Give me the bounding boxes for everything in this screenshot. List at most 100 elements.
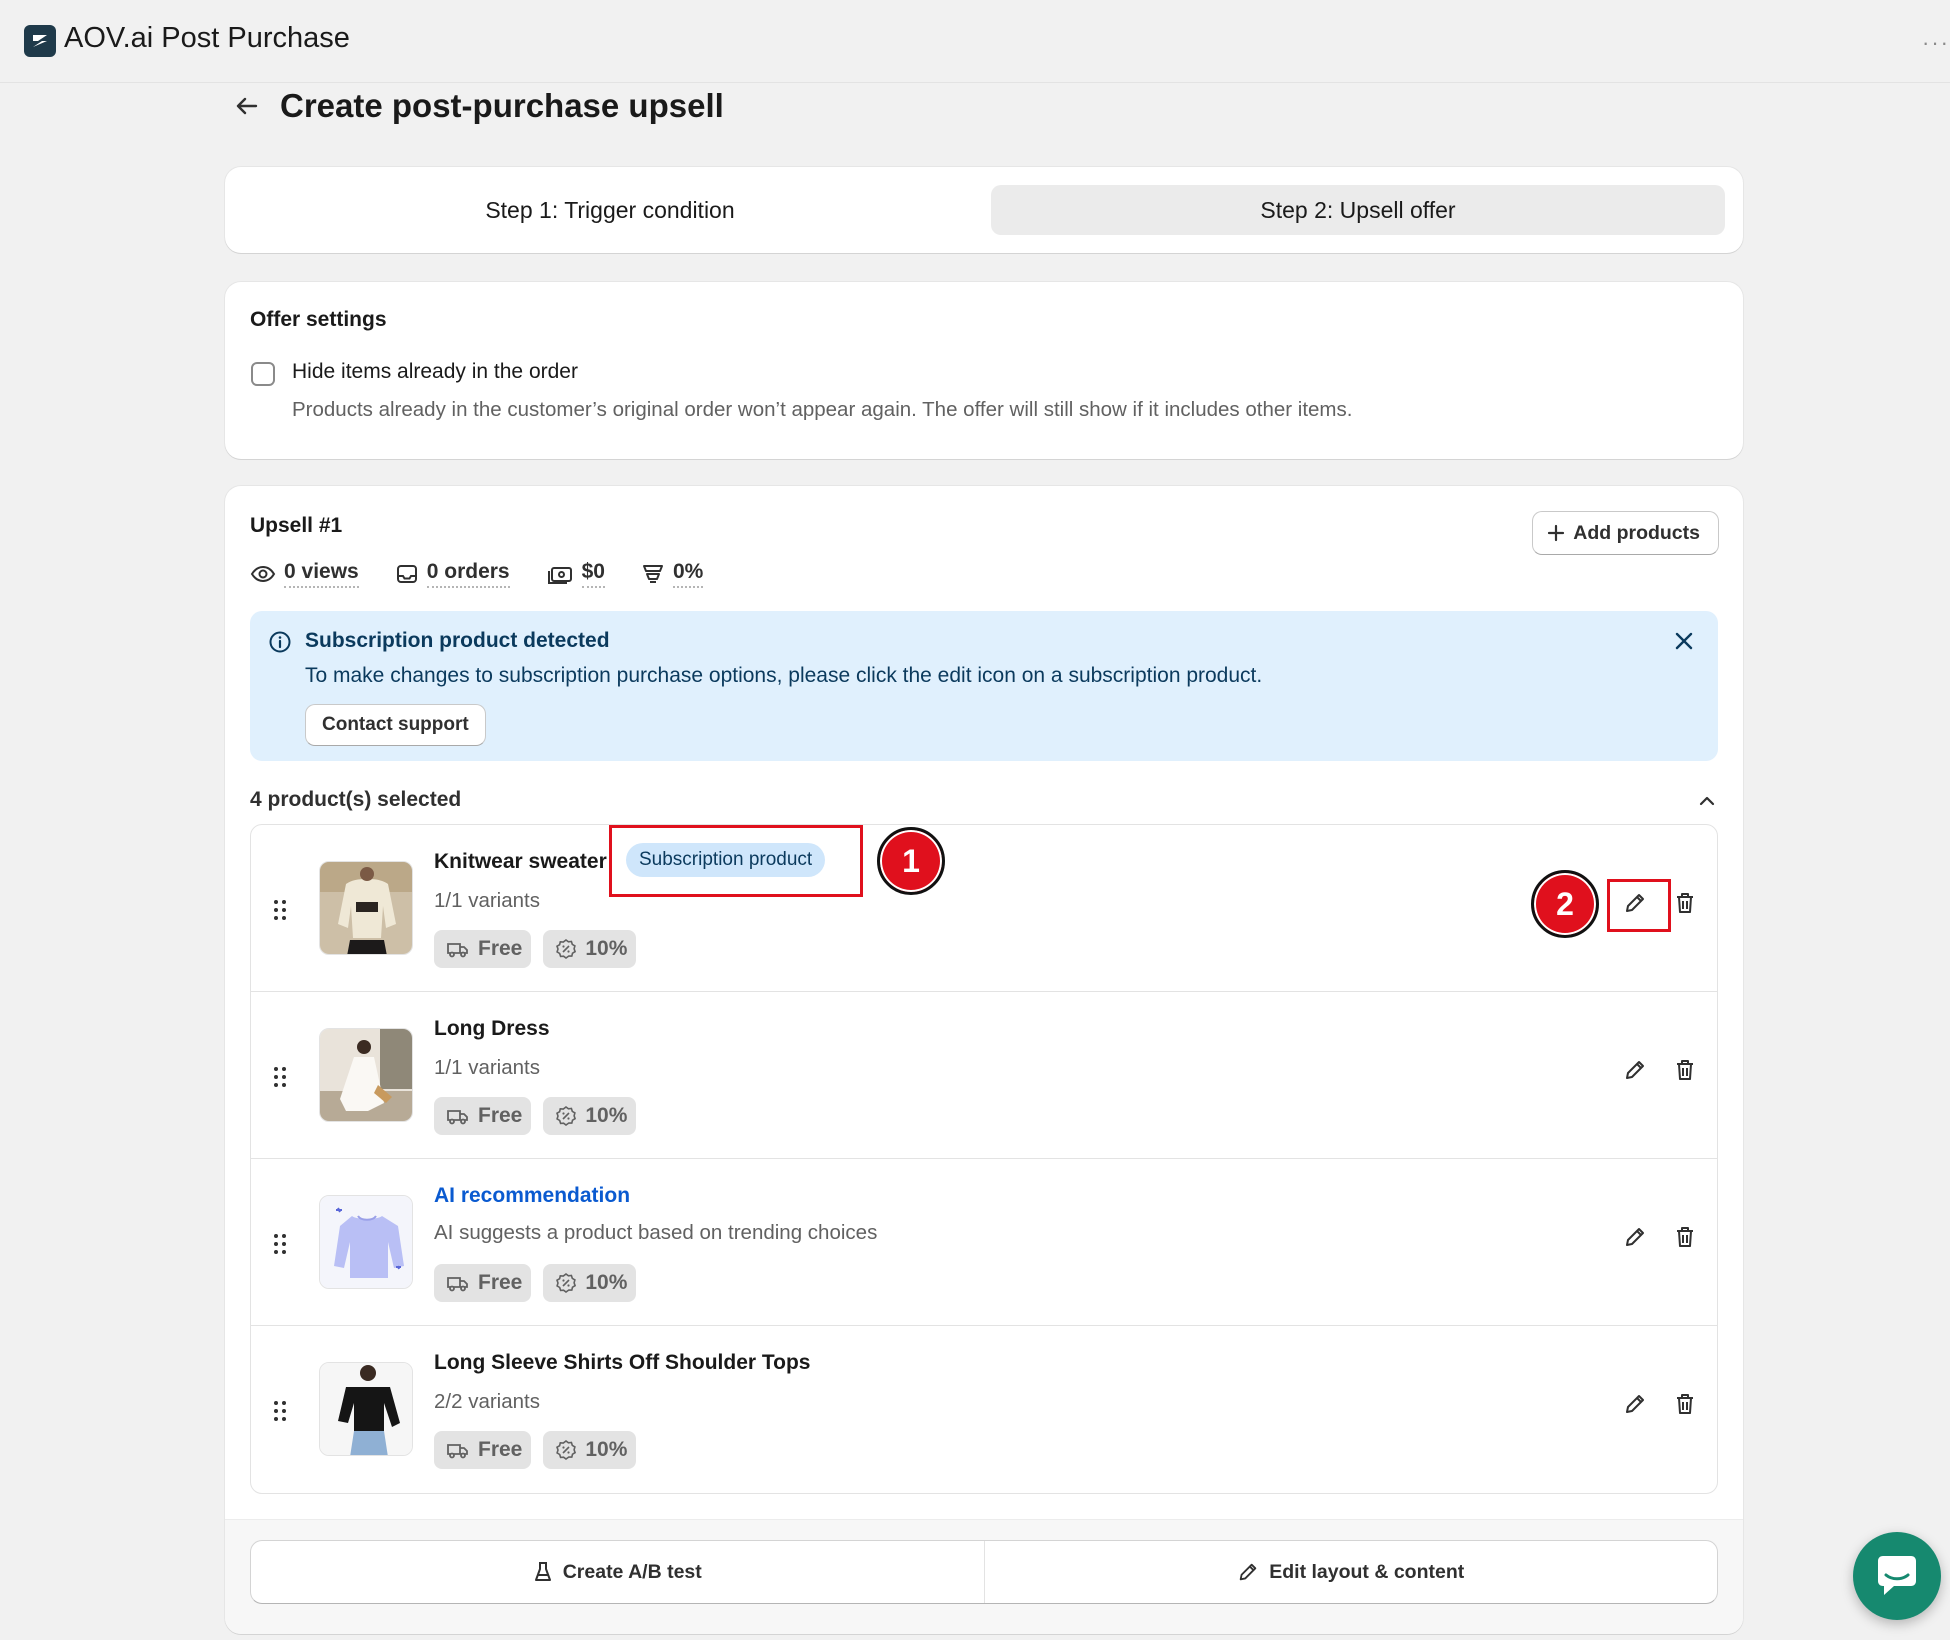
stat-orders: 0 orders [395,560,510,588]
subscription-banner: Subscription product detected To make ch… [250,611,1718,761]
shipping-badge: Free [434,1264,532,1302]
product-name: Long Dress [434,1017,550,1040]
contact-support-button[interactable]: Contact support [305,704,486,746]
upsell-stats: 0 views 0 orders $0 0% [250,560,739,588]
product-name: Long Sleeve Shirts Off Shoulder Tops [434,1351,811,1374]
selected-count: 4 product(s) selected [250,788,462,811]
discount-badge: 10% [543,1264,637,1302]
truck-icon [447,1110,468,1125]
app-title: AOV.ai Post Purchase [64,22,350,54]
discount-icon [556,1440,577,1460]
create-ab-test-button[interactable]: Create A/B test [251,1541,984,1603]
product-list: Knitwear sweater Subscription product 1/… [250,824,1718,1494]
page-header: Create post-purchase upsell [232,84,724,128]
trash-icon[interactable] [1671,1390,1699,1418]
tab-step-2[interactable]: Step 2: Upsell offer [991,185,1725,235]
close-icon[interactable] [1668,625,1700,657]
product-thumbnail [319,1028,413,1122]
stat-orders-value[interactable]: 0 orders [426,560,510,588]
hide-items-label[interactable]: Hide items already in the order [292,360,578,384]
app-logo-icon [24,25,56,57]
upsell-footer: Create A/B test Edit layout & content [225,1519,1743,1634]
product-row-long-dress[interactable]: Long Dress 1/1 variants Free 10% [251,992,1717,1159]
stat-views-value[interactable]: 0 views [284,560,359,588]
offer-settings-card: Offer settings Hide items already in the… [225,282,1743,459]
hide-items-checkbox[interactable] [251,362,275,386]
product-row-long-sleeve-shirts[interactable]: Long Sleeve Shirts Off Shoulder Tops 2/2… [251,1326,1717,1493]
product-variants: 1/1 variants [434,1056,540,1079]
funnel-icon [642,565,663,583]
shipping-badge: Free [434,930,532,968]
truck-icon [447,1444,468,1459]
ai-recommendation-description: AI suggests a product based on trending … [434,1221,878,1244]
discount-badge: 10% [543,1431,637,1469]
chat-widget-button[interactable] [1853,1532,1941,1620]
top-bar: AOV.ai Post Purchase ··· [0,0,1950,83]
drag-handle-icon[interactable] [273,1400,287,1422]
product-badges: Free 10% [434,1097,637,1135]
stat-conversion: 0% [641,560,704,588]
shipping-value: Free [478,937,523,960]
add-products-button[interactable]: Add products [1532,511,1719,555]
discount-badge: 10% [543,1097,637,1135]
product-badges: Free 10% [434,930,637,968]
discount-icon [556,939,577,959]
truck-icon [447,943,468,958]
footer-button-group: Create A/B test Edit layout & content [250,1540,1718,1604]
edit-icon[interactable] [1621,1390,1649,1418]
edit-layout-button[interactable]: Edit layout & content [983,1541,1718,1603]
chat-icon [1878,1556,1916,1595]
ai-recommendation-title[interactable]: AI recommendation [434,1184,630,1208]
product-badges: Free 10% [434,1264,637,1302]
tab-step-1[interactable]: Step 1: Trigger condition [243,185,977,235]
row-actions [1621,1056,1699,1084]
page-title: Create post-purchase upsell [280,87,724,124]
flask-icon [534,1562,551,1581]
create-ab-test-label: Create A/B test [562,1560,702,1583]
hide-items-help-text: Products already in the customer’s origi… [292,398,1353,421]
trash-icon[interactable] [1671,1223,1699,1251]
shipping-badge: Free [434,1431,532,1469]
product-row-knitwear-sweater[interactable]: Knitwear sweater Subscription product 1/… [251,825,1717,992]
chevron-up-icon[interactable] [1696,790,1718,812]
banner-text: To make changes to subscription purchase… [305,664,1263,687]
upsell-title: Upsell #1 [250,514,343,537]
product-row-ai-recommendation[interactable]: AI recommendation AI suggests a product … [251,1159,1717,1326]
back-arrow-icon[interactable] [232,91,262,121]
inbox-icon [396,565,417,583]
offer-settings-title: Offer settings [250,308,387,331]
stat-conversion-value[interactable]: 0% [672,560,704,588]
drag-handle-icon[interactable] [273,1233,287,1255]
edit-icon[interactable] [1621,1223,1649,1251]
edit-icon[interactable] [1621,889,1649,917]
product-variants: 1/1 variants [434,889,540,912]
shipping-value: Free [478,1438,523,1461]
edit-icon[interactable] [1621,1056,1649,1084]
row-actions [1621,1223,1699,1251]
eye-icon [250,565,276,583]
discount-icon [556,1273,577,1293]
trash-icon[interactable] [1671,1056,1699,1084]
selected-products-header[interactable]: 4 product(s) selected [250,788,1718,818]
discount-icon [556,1106,577,1126]
discount-value: 10% [585,1438,628,1461]
upsell-card: Upsell #1 0 views 0 orders $0 0% Add pro… [225,486,1743,1634]
stat-revenue: $0 [546,560,605,588]
pencil-icon [1240,1563,1257,1581]
more-icon[interactable]: ··· [1922,30,1950,56]
row-actions [1621,889,1699,917]
truck-icon [447,1277,468,1292]
discount-value: 10% [585,937,628,960]
trash-icon[interactable] [1671,889,1699,917]
drag-handle-icon[interactable] [273,899,287,921]
annotation-marker-1: 1 [877,827,945,895]
steps-card: Step 1: Trigger condition Step 2: Upsell… [225,167,1743,253]
drag-handle-icon[interactable] [273,1066,287,1088]
shipping-value: Free [478,1104,523,1127]
product-thumbnail [319,1362,413,1456]
edit-layout-label: Edit layout & content [1269,1560,1465,1583]
discount-value: 10% [585,1104,628,1127]
stat-revenue-value[interactable]: $0 [581,560,605,588]
info-icon [269,631,291,653]
product-badges: Free 10% [434,1431,637,1469]
